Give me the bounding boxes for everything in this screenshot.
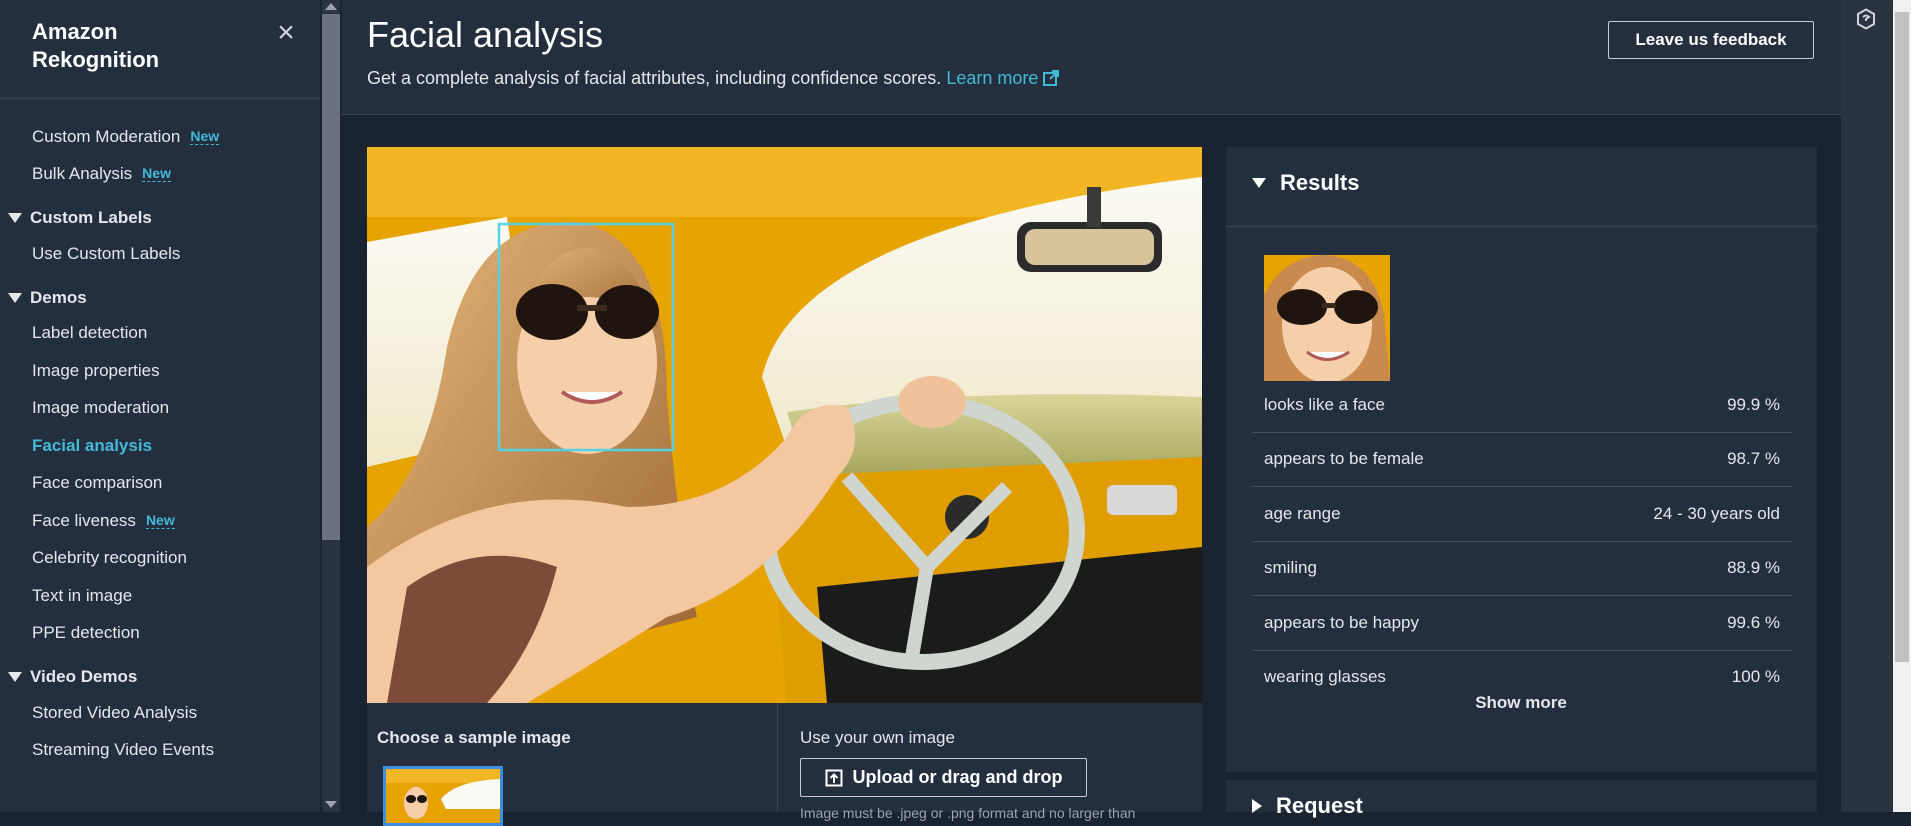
leave-feedback-button[interactable]: Leave us feedback xyxy=(1608,21,1814,59)
section-custom-labels[interactable]: Custom Labels xyxy=(0,201,320,235)
page-title: Facial analysis xyxy=(367,14,604,55)
page-description: Get a complete analysis of facial attrib… xyxy=(367,68,1060,89)
show-more-button[interactable]: Show more xyxy=(1440,693,1602,713)
sidebar-item-use-custom-labels[interactable]: Use Custom Labels xyxy=(0,235,320,273)
section-video-demos[interactable]: Video Demos xyxy=(0,660,320,694)
image-source-divider xyxy=(777,703,778,812)
result-row: appears to be female 98.7 % xyxy=(1252,433,1792,487)
upload-button[interactable]: Upload or drag and drop xyxy=(800,758,1087,797)
own-image-label: Use your own image xyxy=(800,728,955,747)
result-row: age range 24 - 30 years old xyxy=(1252,487,1792,542)
result-value: 100 % xyxy=(1731,667,1780,687)
new-badge: New xyxy=(190,127,220,145)
result-row: smiling 88.9 % xyxy=(1252,542,1792,596)
result-label: looks like a face xyxy=(1264,394,1385,414)
scroll-down-arrow-icon[interactable] xyxy=(325,801,337,808)
scroll-up-arrow-icon[interactable] xyxy=(325,3,337,10)
face-crop-image xyxy=(1264,255,1390,381)
sidebar-item-bulk-analysis[interactable]: Bulk Analysis New xyxy=(0,156,320,194)
learn-more-link[interactable]: Learn more xyxy=(946,68,1060,88)
choose-sample-label: Choose a sample image xyxy=(377,728,571,747)
sidebar-item-stored-video-analysis[interactable]: Stored Video Analysis xyxy=(0,694,320,732)
request-header[interactable]: Request xyxy=(1252,793,1363,819)
results-header-divider xyxy=(1226,226,1817,227)
result-row: looks like a face 99.9 % xyxy=(1252,378,1792,433)
results-header[interactable]: Results xyxy=(1252,170,1359,196)
panel-gap xyxy=(1226,772,1817,780)
results-list: looks like a face 99.9 % appears to be f… xyxy=(1252,378,1792,704)
result-label: appears to be female xyxy=(1264,449,1424,469)
result-value: 24 - 30 years old xyxy=(1653,503,1780,523)
section-demos[interactable]: Demos xyxy=(0,281,320,315)
upload-icon xyxy=(825,769,842,786)
car-photo xyxy=(367,147,1202,703)
sidebar-item-face-comparison[interactable]: Face comparison xyxy=(0,465,320,503)
sidebar-item-label-detection[interactable]: Label detection xyxy=(0,315,320,353)
result-label: age range xyxy=(1264,503,1341,523)
caret-down-icon xyxy=(8,213,22,223)
sidebar-item-text-in-image[interactable]: Text in image xyxy=(0,577,320,615)
result-value: 99.9 % xyxy=(1727,394,1780,414)
caret-down-icon xyxy=(1252,178,1266,188)
sidebar-item-image-moderation[interactable]: Image moderation xyxy=(0,390,320,428)
result-value: 88.9 % xyxy=(1727,558,1780,578)
detected-face-thumbnail xyxy=(1264,255,1390,381)
sidebar-item-facial-analysis[interactable]: Facial analysis xyxy=(0,427,320,465)
sidebar: Amazon Rekognition × Custom Moderation N… xyxy=(0,0,320,812)
sidebar-item-custom-moderation[interactable]: Custom Moderation New xyxy=(0,118,320,156)
close-icon[interactable]: × xyxy=(272,18,300,48)
sidebar-item-face-liveness[interactable]: Face liveness New xyxy=(0,502,320,540)
help-panel-icon[interactable] xyxy=(1856,8,1876,30)
result-label: smiling xyxy=(1264,558,1317,578)
caret-down-icon xyxy=(8,292,22,303)
new-badge: New xyxy=(142,165,171,183)
sidebar-item-streaming-video-events[interactable]: Streaming Video Events xyxy=(0,732,320,770)
sidebar-item-ppe-detection[interactable]: PPE detection xyxy=(0,615,320,653)
result-label: appears to be happy xyxy=(1264,612,1420,632)
result-label: wearing glasses xyxy=(1264,667,1386,687)
sidebar-scrollbar-thumb[interactable] xyxy=(322,14,340,540)
sample-image-thumbnail[interactable] xyxy=(383,766,503,826)
result-value: 99.6 % xyxy=(1727,612,1780,632)
result-row: appears to be happy 99.6 % xyxy=(1252,596,1792,651)
sidebar-nav: Custom Moderation New Bulk Analysis New … xyxy=(0,118,320,769)
header-divider xyxy=(342,114,1841,115)
right-tool-rail xyxy=(1841,0,1893,812)
caret-down-icon xyxy=(8,672,22,682)
sidebar-item-celebrity-recognition[interactable]: Celebrity recognition xyxy=(0,540,320,578)
upload-requirements-note: Image must be .jpeg or .png format and n… xyxy=(800,805,1136,821)
analysis-image xyxy=(367,147,1202,703)
sidebar-divider xyxy=(0,98,320,99)
page-scrollbar-thumb[interactable] xyxy=(1895,12,1909,662)
sidebar-item-image-properties[interactable]: Image properties xyxy=(0,352,320,390)
sample-thumbnail-image xyxy=(386,769,500,823)
external-link-icon xyxy=(1043,70,1060,86)
new-badge: New xyxy=(145,511,175,529)
caret-right-icon xyxy=(1252,799,1262,813)
service-title[interactable]: Amazon Rekognition xyxy=(32,18,232,74)
result-value: 98.7 % xyxy=(1727,449,1780,469)
